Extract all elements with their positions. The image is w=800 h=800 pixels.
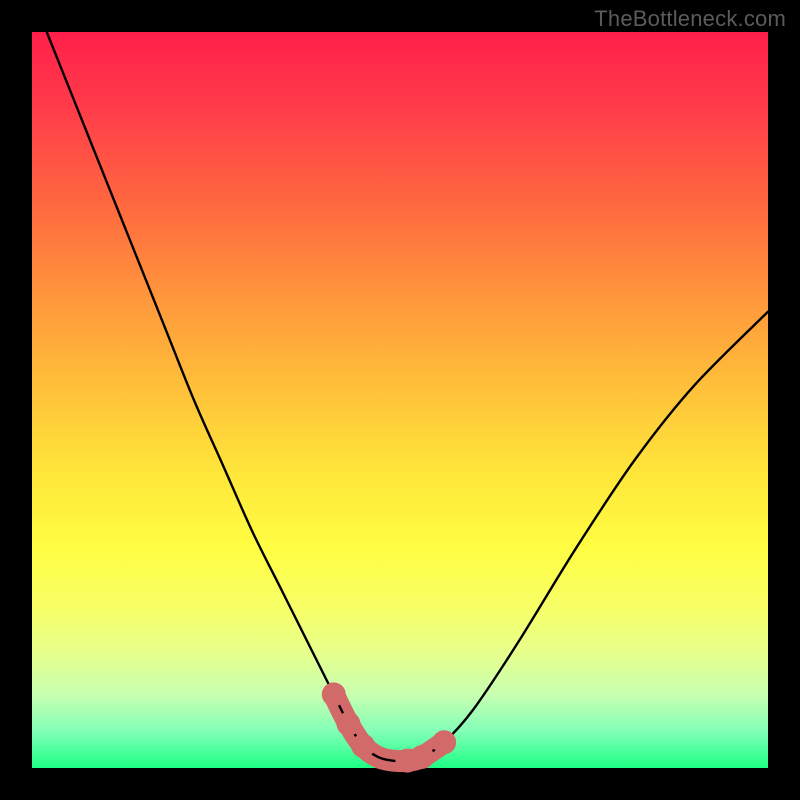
highlight-dot <box>322 682 346 706</box>
highlight-dot <box>432 730 456 754</box>
bottleneck-curve <box>47 32 768 761</box>
highlight-dot <box>336 712 360 736</box>
highlight-dot <box>351 734 375 758</box>
highlight-dot <box>410 745 434 769</box>
watermark-text: TheBottleneck.com <box>594 6 786 32</box>
plot-area <box>32 32 768 768</box>
chart-frame: TheBottleneck.com <box>0 0 800 800</box>
curve-layer <box>32 32 768 768</box>
